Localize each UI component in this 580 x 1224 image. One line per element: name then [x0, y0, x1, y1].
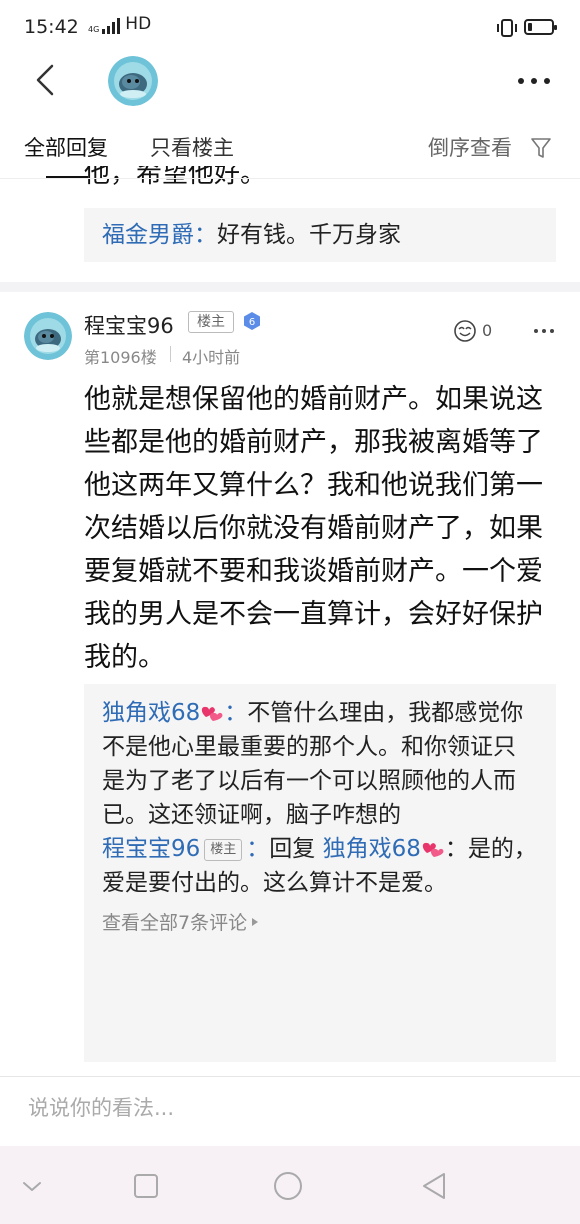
thread-owner-avatar[interactable]	[108, 56, 158, 106]
chevron-right-icon	[252, 917, 259, 926]
tab-owner-only[interactable]: 只看楼主	[150, 132, 234, 162]
level-number: 6	[249, 317, 255, 328]
view-all-comments-link[interactable]: 查看全部7条评论	[102, 908, 259, 935]
view-all-label: 查看全部7条评论	[102, 912, 248, 934]
two-hearts-icon	[202, 706, 223, 721]
sub-reply[interactable]: 独角戏68 ：不管什么理由，我都感觉你不是他心里最重要的那个人。和你领证只是为了…	[102, 696, 538, 832]
post-username[interactable]: 程宝宝96	[84, 310, 174, 340]
reply-username[interactable]: 独角戏68	[102, 700, 200, 726]
back-nav-icon[interactable]	[418, 1170, 450, 1202]
tab-all-replies[interactable]: 全部回复	[24, 132, 108, 162]
hd-indicator: HD	[125, 14, 152, 34]
back-icon[interactable]	[30, 60, 66, 100]
floor-number: 第1096楼	[84, 348, 157, 367]
status-bar: 15:42 4G HD	[0, 0, 580, 58]
seal-avatar-icon	[24, 312, 72, 360]
like-count: 0	[482, 321, 493, 340]
comment-input[interactable]: 说说你的看法...	[28, 1092, 548, 1132]
seal-avatar-icon	[108, 56, 158, 106]
reply-colon-2: ：	[444, 836, 468, 862]
user-avatar[interactable]	[24, 312, 72, 360]
network-indicator: 4G HD	[88, 14, 151, 34]
meta-separator	[170, 346, 171, 362]
reply-colon: ：	[246, 836, 270, 862]
comment-divider	[0, 1076, 580, 1077]
level-badge-icon: 6	[244, 312, 260, 330]
battery-icon	[524, 19, 557, 35]
reply-colon: ：	[224, 700, 248, 726]
reply-target-username[interactable]: 独角戏68	[323, 836, 421, 862]
sub-reply[interactable]: 程宝宝96 楼主 ：回复 独角戏68 ：是的，爱是要付出的。这么算计不是爱。	[102, 832, 538, 900]
post-body: 他就是想保留他的婚前财产。如果说这些都是他的婚前财产，那我被离婚等了他这两年又算…	[84, 384, 543, 673]
two-hearts-icon	[422, 842, 444, 857]
more-options-icon[interactable]	[514, 76, 554, 86]
sub-reply-text: 好有钱。千万身家	[217, 222, 401, 248]
like-icon[interactable]	[452, 318, 478, 344]
reply-owner-badge: 楼主	[204, 839, 243, 861]
post-divider	[0, 282, 580, 292]
tabs-divider	[0, 178, 580, 179]
previous-sub-reply[interactable]: 福金男爵：好有钱。千万身家	[84, 208, 556, 262]
status-time: 15:42	[24, 16, 79, 38]
chevron-down-icon[interactable]	[16, 1170, 48, 1202]
network-type: 4G	[88, 25, 100, 34]
signal-icon	[102, 18, 121, 34]
reply-word: 回复	[269, 836, 316, 862]
system-nav-bar	[0, 1146, 580, 1224]
filter-icon[interactable]	[530, 136, 552, 160]
owner-badge: 楼主	[188, 311, 234, 333]
sub-reply-colon: ：	[194, 222, 217, 248]
sub-reply-username[interactable]: 福金男爵	[102, 222, 194, 248]
post-time: 4小时前	[182, 348, 241, 367]
reverse-order-button[interactable]: 倒序查看	[428, 132, 512, 162]
vibrate-icon	[497, 19, 517, 37]
recent-apps-icon[interactable]	[130, 1170, 162, 1202]
post-more-icon[interactable]	[534, 328, 554, 334]
home-icon[interactable]	[272, 1170, 304, 1202]
sub-replies: 独角戏68 ：不管什么理由，我都感觉你不是他心里最重要的那个人。和你领证只是为了…	[84, 684, 556, 1062]
reply-username[interactable]: 程宝宝96	[102, 836, 200, 862]
